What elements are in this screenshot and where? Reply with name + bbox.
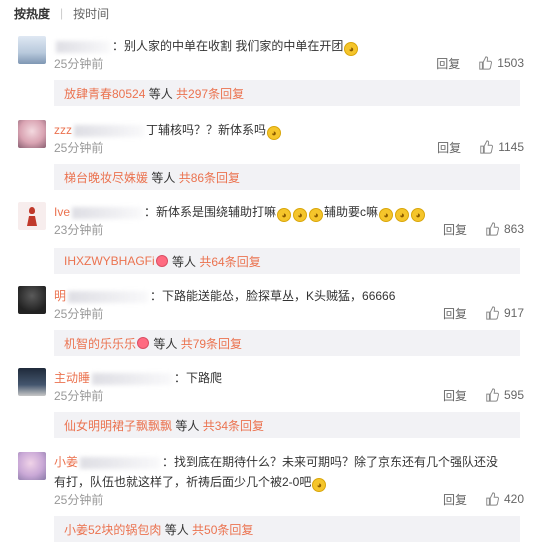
- comment-meta: 25分钟前 回复 1503: [54, 54, 524, 72]
- reply-summary[interactable]: 梯台晚妆尽姝媛 等人 共86条回复: [54, 164, 520, 190]
- reply-summary-total[interactable]: 共79条回复: [181, 335, 242, 352]
- comment-username[interactable]: 主动睡: [54, 371, 90, 385]
- comment-body-cont: 有打，队伍也就这样了，祈祷后面少几个被2-0吧: [54, 475, 312, 489]
- avatar[interactable]: [18, 452, 46, 480]
- sort-by-hot[interactable]: 按热度: [14, 5, 50, 22]
- like-button[interactable]: 1503: [478, 56, 524, 70]
- reply-summary-mid: 等人: [150, 336, 181, 351]
- comment-text: 明 ：下路能送能怂，脸探草丛，K头贼猛，66666: [54, 286, 524, 306]
- comment-time: 25分钟前: [54, 388, 104, 403]
- sort-by-time[interactable]: 按时间: [73, 5, 109, 22]
- comment-text: 小姜 ：找到底在期待什么？未来可期吗？除了京东还有几个强队还没有打，队伍也就这样了…: [54, 452, 524, 492]
- comment-time: 25分钟前: [54, 492, 104, 507]
- comment-body: 丁辅核吗？？新体系吗: [146, 123, 267, 137]
- like-count: 1503: [497, 56, 524, 70]
- reply-summary-total[interactable]: 共34条回复: [203, 417, 264, 434]
- comment-text: Ive ：新体系是围绕辅助打嘛 ◕ ◕ ◕ 辅助要c嘛 ◕ ◕ ◕: [54, 202, 524, 222]
- comment-time: 23分钟前: [54, 222, 104, 237]
- reply-summary-mid: 等人: [161, 522, 193, 537]
- reply-button[interactable]: 回复: [443, 491, 467, 508]
- thumbs-up-icon: [486, 306, 499, 320]
- comment-body: ：找到底在期待什么？未来可期吗？除了京东还有几个强队还没: [162, 455, 499, 469]
- like-button[interactable]: 595: [485, 388, 524, 402]
- comment-time: 25分钟前: [54, 56, 104, 71]
- reply-summary[interactable]: IHXZWYBHAGFi 等人 共64条回复: [54, 248, 520, 274]
- comment-time: 25分钟前: [54, 306, 104, 321]
- blurred-username: [80, 456, 161, 469]
- comment-username[interactable]: Ive: [54, 205, 70, 219]
- reply-button[interactable]: 回复: [443, 387, 467, 404]
- like-button[interactable]: 420: [485, 492, 524, 506]
- reply-summary-mid: 等人: [148, 170, 179, 185]
- comment-username[interactable]: zzz: [54, 123, 72, 137]
- reply-summary-user[interactable]: IHXZWYBHAGFi: [64, 254, 155, 268]
- reply-button[interactable]: 回复: [436, 55, 460, 72]
- reply-button[interactable]: 回复: [443, 305, 467, 322]
- like-button[interactable]: 917: [485, 306, 524, 320]
- comment-body: ：下路爬: [174, 371, 223, 385]
- thumbs-up-icon: [480, 140, 494, 154]
- reply-button[interactable]: 回复: [437, 139, 461, 156]
- thumbs-up-icon: [486, 388, 499, 402]
- thumbs-up-icon: [486, 222, 499, 236]
- comment-meta: 25分钟前 回复 1145: [54, 138, 524, 156]
- reply-summary-user[interactable]: 小姜52块的锅包肉: [64, 521, 161, 538]
- blurred-username: [92, 372, 173, 385]
- reply-summary-total[interactable]: 共86条回复: [179, 169, 240, 186]
- thumbs-up-icon: [486, 492, 499, 506]
- blurred-username: [72, 206, 143, 219]
- comment-time: 25分钟前: [54, 140, 104, 155]
- comment-meta: 25分钟前 回复 917: [54, 304, 524, 322]
- emoji-icon: [155, 255, 168, 267]
- reply-summary[interactable]: 仙女明明裙子飘飘飘 等人 共34条回复: [54, 412, 520, 438]
- reply-summary-user[interactable]: 机智的乐乐乐: [64, 335, 136, 352]
- comment-text: ：别人家的中单在收割 我们家的中单在开团 ◕: [54, 36, 524, 56]
- reply-summary-user[interactable]: 仙女明明裙子飘飘飘: [64, 417, 172, 434]
- comment-username[interactable]: 小姜: [54, 455, 78, 469]
- reply-summary-user[interactable]: 梯台晚妆尽姝媛: [64, 169, 148, 186]
- reply-summary-total[interactable]: 共64条回复: [199, 253, 260, 270]
- like-button[interactable]: 1145: [479, 140, 524, 154]
- comment-meta: 23分钟前 回复 863: [54, 220, 524, 238]
- blurred-username: [68, 290, 149, 303]
- comment-text: zzz 丁辅核吗？？新体系吗 ◕: [54, 120, 524, 140]
- comment-body: ：别人家的中单在收割 我们家的中单在开团: [112, 39, 344, 53]
- avatar[interactable]: [18, 120, 46, 148]
- comment-text: 主动睡 ：下路爬: [54, 368, 524, 388]
- avatar[interactable]: [18, 202, 46, 230]
- like-count: 917: [503, 306, 524, 320]
- avatar[interactable]: [18, 36, 46, 64]
- avatar[interactable]: [18, 286, 46, 314]
- reply-summary-user[interactable]: 放肆青春80524: [64, 85, 145, 102]
- avatar[interactable]: [18, 368, 46, 396]
- reply-summary[interactable]: 机智的乐乐乐 等人 共79条回复: [54, 330, 520, 356]
- avatar-figure-icon: [27, 207, 37, 226]
- sort-bar: 按热度 | 按时间: [0, 0, 538, 26]
- comment-body: ：下路能送能怂，脸探草丛，K头贼猛，66666: [150, 289, 396, 303]
- comment-body: ：新体系是围绕辅助打嘛: [144, 205, 277, 219]
- reply-summary[interactable]: 小姜52块的锅包肉 等人 共50条回复: [54, 516, 520, 542]
- reply-summary-total[interactable]: 共50条回复: [192, 521, 253, 538]
- blurred-username: [74, 124, 144, 137]
- like-count: 1145: [498, 140, 524, 154]
- reply-button[interactable]: 回复: [443, 221, 467, 238]
- reply-summary-mid: 等人: [168, 254, 200, 269]
- comment-meta: 25分钟前 回复 420: [54, 490, 524, 508]
- reply-summary-mid: 等人: [145, 86, 177, 101]
- like-count: 420: [503, 492, 524, 506]
- like-count: 595: [503, 388, 524, 402]
- reply-summary[interactable]: 放肆青春80524 等人 共297条回复: [54, 80, 520, 106]
- comment-body-cont: 辅助要c嘛: [324, 205, 379, 219]
- blurred-username: [56, 40, 110, 53]
- reply-summary-total[interactable]: 共297条回复: [176, 85, 244, 102]
- thumbs-up-icon: [479, 56, 493, 70]
- comment-username[interactable]: 明: [54, 289, 66, 303]
- comment-meta: 25分钟前 回复 595: [54, 386, 524, 404]
- reply-summary-mid: 等人: [172, 418, 203, 433]
- like-button[interactable]: 863: [485, 222, 524, 236]
- like-count: 863: [503, 222, 524, 236]
- sort-separator: |: [60, 6, 64, 20]
- emoji-icon: [137, 337, 150, 349]
